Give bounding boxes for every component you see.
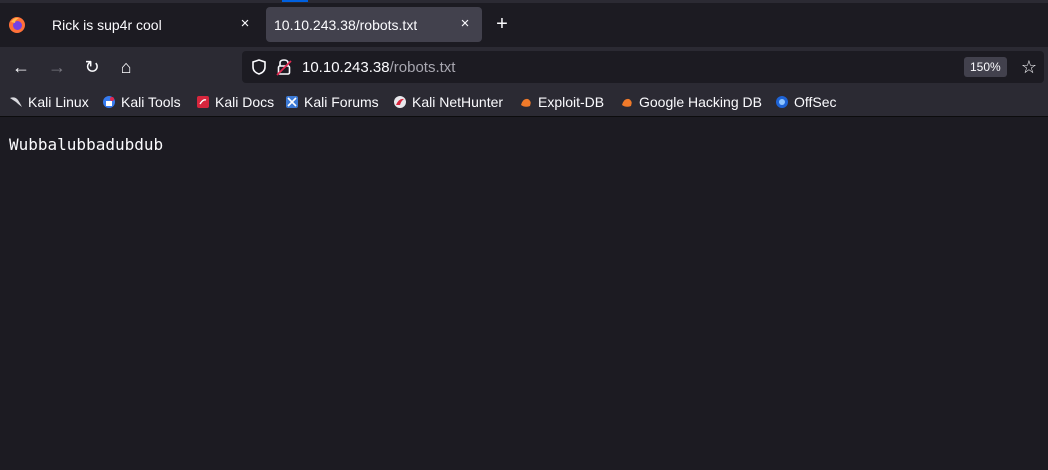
insecure-lock-icon[interactable] — [276, 58, 292, 76]
navigation-toolbar: ← → ↻ ⌂ 10.10.243.38/robots.txt 150% ☆ — [0, 47, 1048, 88]
tab-title: 10.10.243.38/robots.txt — [274, 17, 418, 33]
bookmark-kali-nethunter[interactable]: Kali NetHunter — [393, 92, 503, 112]
forward-button[interactable]: → — [45, 56, 69, 78]
kali-dragon-icon — [10, 97, 22, 107]
bookmark-offsec[interactable]: OffSec — [775, 92, 837, 112]
tab-title: Rick is sup4r cool — [52, 17, 162, 33]
new-tab-button[interactable]: + — [492, 14, 512, 34]
kali-docs-icon — [197, 96, 209, 108]
bookmark-star-icon[interactable]: ☆ — [1018, 56, 1040, 78]
close-tab-icon[interactable]: × — [236, 15, 254, 33]
address-bar[interactable]: 10.10.243.38/robots.txt 150% ☆ — [242, 51, 1044, 83]
reload-button[interactable]: ↻ — [80, 56, 104, 78]
kali-tools-icon — [103, 96, 115, 108]
home-button[interactable]: ⌂ — [114, 56, 138, 78]
kali-nethunter-icon — [394, 96, 406, 108]
bookmark-label: Kali Docs — [215, 94, 275, 110]
tracking-protection-shield-icon[interactable] — [250, 58, 268, 76]
firefox-icon[interactable] — [8, 16, 26, 34]
offsec-icon — [776, 96, 788, 108]
tab-robots-txt[interactable]: 10.10.243.38/robots.txt × — [266, 7, 482, 42]
kali-forums-icon — [286, 96, 298, 108]
bookmark-exploit-db[interactable]: Exploit-DB — [519, 92, 604, 112]
url-path: /robots.txt — [389, 59, 456, 76]
bookmark-label: OffSec — [794, 94, 837, 110]
bookmark-google-hacking-db[interactable]: Google Hacking DB — [620, 92, 762, 112]
bookmark-label: Exploit-DB — [538, 94, 605, 110]
close-tab-icon[interactable]: × — [456, 15, 474, 33]
tab-rick-is-sup4r-cool[interactable]: Rick is sup4r cool × — [38, 7, 260, 42]
robots-txt-text: Wubbalubbadubdub — [9, 135, 164, 154]
url-host: 10.10.243.38 — [302, 59, 390, 76]
back-button[interactable]: ← — [9, 56, 33, 78]
bookmark-label: Kali Linux — [28, 94, 89, 110]
url-text[interactable]: 10.10.243.38/robots.txt — [302, 59, 455, 76]
bookmark-label: Kali Forums — [304, 94, 379, 110]
google-hacking-db-icon — [622, 98, 632, 107]
tab-strip: Rick is sup4r cool × 10.10.243.38/robots… — [0, 0, 1048, 47]
bookmark-kali-docs[interactable]: Kali Docs — [196, 92, 274, 112]
zoom-level-button[interactable]: 150% — [964, 57, 1007, 77]
window-top-edge — [0, 0, 1048, 3]
page-content: Wubbalubbadubdub — [0, 117, 1048, 470]
bookmark-label: Kali NetHunter — [412, 94, 504, 110]
exploit-db-icon — [521, 98, 531, 107]
bookmark-kali-linux[interactable]: Kali Linux — [9, 92, 89, 112]
bookmark-kali-tools[interactable]: Kali Tools — [102, 92, 181, 112]
bookmark-kali-forums[interactable]: Kali Forums — [285, 92, 379, 112]
bookmarks-toolbar: Kali Linux Kali Tools Kali Docs Kali For… — [0, 88, 1048, 117]
bookmark-label: Kali Tools — [121, 94, 181, 110]
bookmark-label: Google Hacking DB — [639, 94, 762, 110]
